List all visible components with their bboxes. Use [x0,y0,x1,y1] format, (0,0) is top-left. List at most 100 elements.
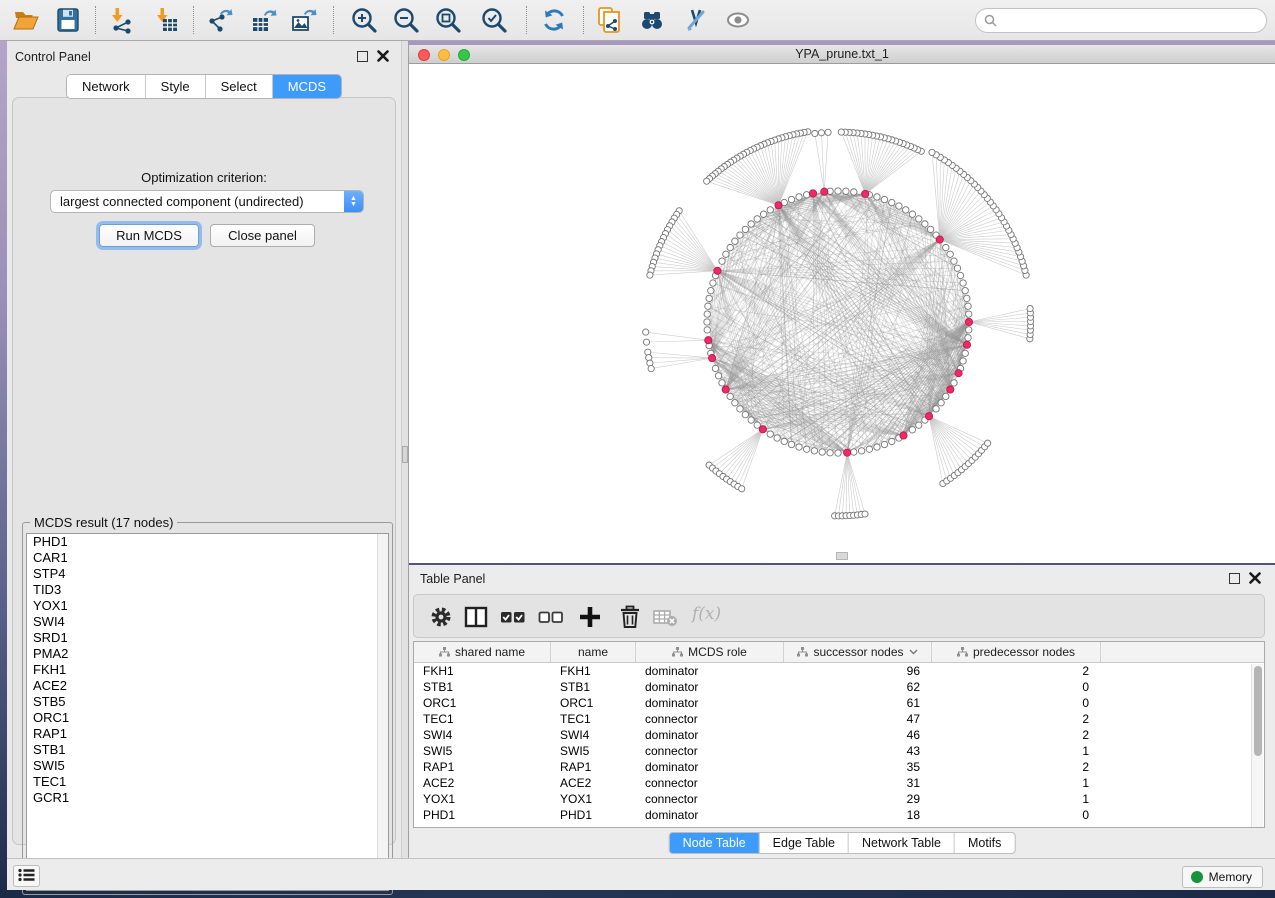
network-node[interactable] [909,211,915,217]
close-table-panel-icon[interactable] [1249,572,1261,584]
column-header-MCDS-role[interactable]: MCDS role [636,642,784,662]
network-node[interactable] [760,211,766,217]
zoom-fit-button[interactable] [432,5,464,37]
network-view[interactable] [409,64,1275,563]
network-node[interactable] [742,226,748,232]
network-node[interactable] [788,196,794,202]
network-node[interactable] [767,207,773,213]
network-node[interactable] [866,446,872,452]
network-node[interactable] [916,422,922,428]
export-table-button[interactable] [248,5,280,37]
network-node[interactable] [951,380,957,386]
network-node[interactable] [922,221,928,227]
float-panel-icon[interactable] [357,51,368,62]
network-node[interactable] [708,287,714,293]
network-node[interactable] [889,438,895,444]
list-item[interactable]: SRD1 [27,630,388,646]
zoom-selected-button[interactable] [478,5,510,37]
tab-mcds[interactable]: MCDS [273,75,341,98]
network-hub-node[interactable] [963,341,970,348]
network-hub-node[interactable] [708,355,715,362]
table-row[interactable]: TEC1TEC1connector472 [414,711,1264,727]
vertical-splitter[interactable] [401,41,409,858]
list-item[interactable]: SWI4 [27,614,388,630]
tab-network[interactable]: Network [67,75,146,98]
list-item[interactable]: SWI5 [27,758,388,774]
network-node[interactable] [781,438,787,444]
zoom-out-button[interactable] [390,5,422,37]
open-session-button[interactable] [10,5,42,37]
network-node[interactable] [874,194,880,200]
network-node[interactable] [851,189,857,195]
list-item[interactable]: ACE2 [27,678,388,694]
export-network-button[interactable] [205,5,237,37]
network-node[interactable] [704,319,710,325]
table-row[interactable]: SWI5SWI5connector431 [414,743,1264,759]
network-hub-node[interactable] [844,449,851,456]
network-node[interactable] [962,287,968,293]
network-node[interactable] [943,393,949,399]
list-item[interactable]: TID3 [27,582,388,598]
tab-motifs[interactable]: Motifs [955,833,1014,853]
import-table-button[interactable] [150,5,182,37]
network-node[interactable] [705,303,711,309]
network-hub-node[interactable] [821,188,828,195]
network-node[interactable] [881,196,887,202]
network-node[interactable] [965,303,971,309]
save-session-button[interactable] [52,5,84,37]
network-node[interactable] [774,435,780,441]
network-node[interactable] [727,393,733,399]
list-item[interactable]: STB5 [27,694,388,710]
table-row[interactable]: RAP1RAP1dominator352 [414,759,1264,775]
network-node[interactable] [827,450,833,456]
criterion-dropdown[interactable]: largest connected component (undirected)… [50,190,364,213]
network-node[interactable] [943,244,949,250]
network-node[interactable] [818,130,824,136]
network-node[interactable] [715,373,721,379]
network-node[interactable] [881,441,887,447]
network-node[interactable] [748,221,754,227]
network-node[interactable] [916,216,922,222]
network-node[interactable] [803,446,809,452]
clone-network-button[interactable] [593,5,625,37]
column-header-shared-name[interactable]: shared name [414,642,551,662]
network-node[interactable] [957,272,963,278]
network-hub-node[interactable] [947,386,954,393]
column-header-successor-nodes[interactable]: successor nodes [784,642,932,662]
list-item[interactable]: PMA2 [27,646,388,662]
network-node[interactable] [835,450,841,456]
network-node[interactable] [929,149,935,155]
tab-select[interactable]: Select [206,75,273,98]
table-scrollbar-thumb[interactable] [1254,666,1262,756]
import-network-button[interactable] [105,5,137,37]
style-preview-button[interactable] [680,5,712,37]
list-item[interactable]: FKH1 [27,662,388,678]
search-input[interactable] [1002,11,1266,31]
zoom-in-button[interactable] [348,5,380,37]
network-node[interactable] [732,238,738,244]
task-history-button[interactable] [13,865,40,887]
network-node[interactable] [643,339,649,345]
network-node[interactable] [719,258,725,264]
network-node[interactable] [732,400,738,406]
network-hub-node[interactable] [936,236,943,243]
list-item[interactable]: STP4 [27,566,388,582]
network-node[interactable] [788,441,794,447]
network-node[interactable] [954,265,960,271]
network-node[interactable] [737,406,743,412]
network-node[interactable] [843,188,849,194]
network-node[interactable] [964,295,970,301]
network-node[interactable] [796,444,802,450]
splitter-handle[interactable] [402,446,408,463]
network-node[interactable] [647,272,653,278]
list-item[interactable]: GCR1 [27,790,388,806]
network-node[interactable] [737,232,743,238]
list-item[interactable]: YOX1 [27,598,388,614]
network-hub-node[interactable] [925,413,932,420]
network-node[interactable] [896,203,902,209]
table-row[interactable]: ORC1ORC1dominator610 [414,695,1264,711]
network-node[interactable] [812,130,818,136]
network-node[interactable] [874,444,880,450]
list-item[interactable]: PHD1 [27,534,388,550]
table-row[interactable]: ACE2ACE2connector311 [414,775,1264,791]
